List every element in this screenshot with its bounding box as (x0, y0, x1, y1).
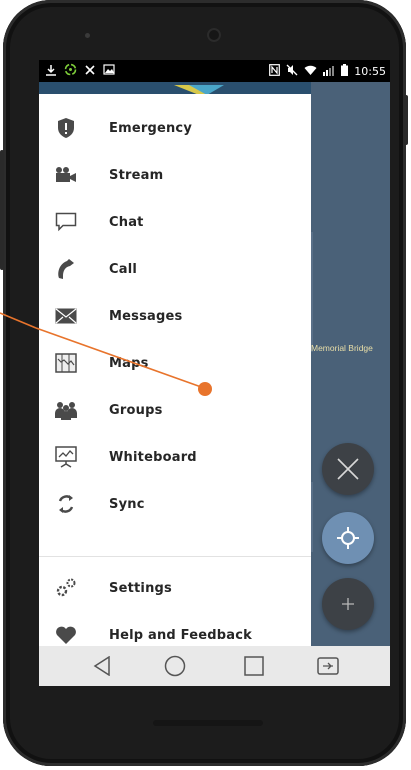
bottom-speaker (153, 720, 263, 726)
drawer-item-label: Emergency (109, 120, 193, 136)
clock: 10:55 (354, 65, 386, 78)
power-button (403, 95, 408, 145)
phone-frame: 10:55 Memorial Bridge Emergency Stream C… (0, 0, 408, 766)
system-navigation-bar (39, 646, 390, 686)
screen: 10:55 Memorial Bridge Emergency Stream C… (39, 60, 390, 686)
front-camera (207, 28, 221, 42)
drawer-divider (39, 556, 311, 557)
battery-icon (341, 64, 349, 80)
sensor-dot (85, 33, 90, 38)
plus-icon (342, 598, 354, 610)
location-target-icon (337, 527, 359, 549)
nfc-icon (269, 64, 281, 80)
drawer-item-emergency[interactable]: Emergency (39, 106, 311, 150)
drawer-item-label: Whiteboard (109, 449, 197, 465)
drawer-item-label: Settings (109, 580, 172, 596)
drawer-item-groups[interactable]: Groups (39, 388, 311, 432)
drawer-item-label: Groups (109, 402, 163, 418)
recents-button[interactable] (241, 654, 267, 678)
navigation-drawer: Emergency Stream Chat Call Messages Maps… (39, 82, 311, 646)
envelope-icon (53, 303, 79, 329)
drawer-item-messages[interactable]: Messages (39, 294, 311, 338)
map-street-label: Memorial Bridge (311, 343, 373, 353)
sync-icon (64, 63, 77, 80)
drawer-item-label: Messages (109, 308, 183, 324)
recents-icon (244, 656, 264, 676)
heart-icon (53, 622, 79, 648)
volume-button (0, 150, 4, 270)
back-icon (93, 656, 110, 676)
drawer-item-whiteboard[interactable]: Whiteboard (39, 435, 311, 479)
image-icon (103, 64, 115, 79)
gears-icon (53, 575, 79, 601)
my-location-fab-button[interactable] (322, 512, 374, 564)
close-fab-button[interactable] (322, 443, 374, 495)
phone-icon (53, 256, 79, 282)
sync-arrows-icon (53, 491, 79, 517)
home-icon (164, 655, 186, 677)
drawer-item-label: Help and Feedback (109, 627, 252, 643)
chat-bubble-icon (53, 209, 79, 235)
whiteboard-icon (53, 444, 79, 470)
home-button[interactable] (162, 654, 188, 678)
drawer-item-stream[interactable]: Stream (39, 153, 311, 197)
drawer-item-chat[interactable]: Chat (39, 200, 311, 244)
map-icon (53, 350, 79, 376)
drawer-item-call[interactable]: Call (39, 247, 311, 291)
screen-mirror-icon (317, 657, 339, 675)
shield-icon (53, 115, 79, 141)
download-icon (45, 64, 57, 80)
drawer-item-label: Sync (109, 496, 145, 512)
video-camera-icon (53, 162, 79, 188)
scissors-icon (84, 64, 96, 80)
add-fab-button[interactable] (322, 578, 374, 630)
drawer-item-label: Chat (109, 214, 144, 230)
drawer-item-settings[interactable]: Settings (39, 566, 311, 610)
screen-mirror-button[interactable] (315, 654, 341, 678)
drawer-item-label: Stream (109, 167, 164, 183)
drawer-header (39, 82, 311, 94)
status-bar: 10:55 (39, 60, 390, 82)
drawer-item-label: Maps (109, 355, 149, 371)
wifi-icon (304, 65, 317, 80)
back-button[interactable] (89, 654, 115, 678)
drawer-item-label: Call (109, 261, 138, 277)
drawer-item-maps[interactable]: Maps (39, 341, 311, 385)
people-icon (53, 397, 79, 423)
mute-icon (286, 64, 298, 80)
drawer-item-sync[interactable]: Sync (39, 482, 311, 526)
signal-icon (323, 65, 335, 80)
close-icon (337, 458, 359, 480)
